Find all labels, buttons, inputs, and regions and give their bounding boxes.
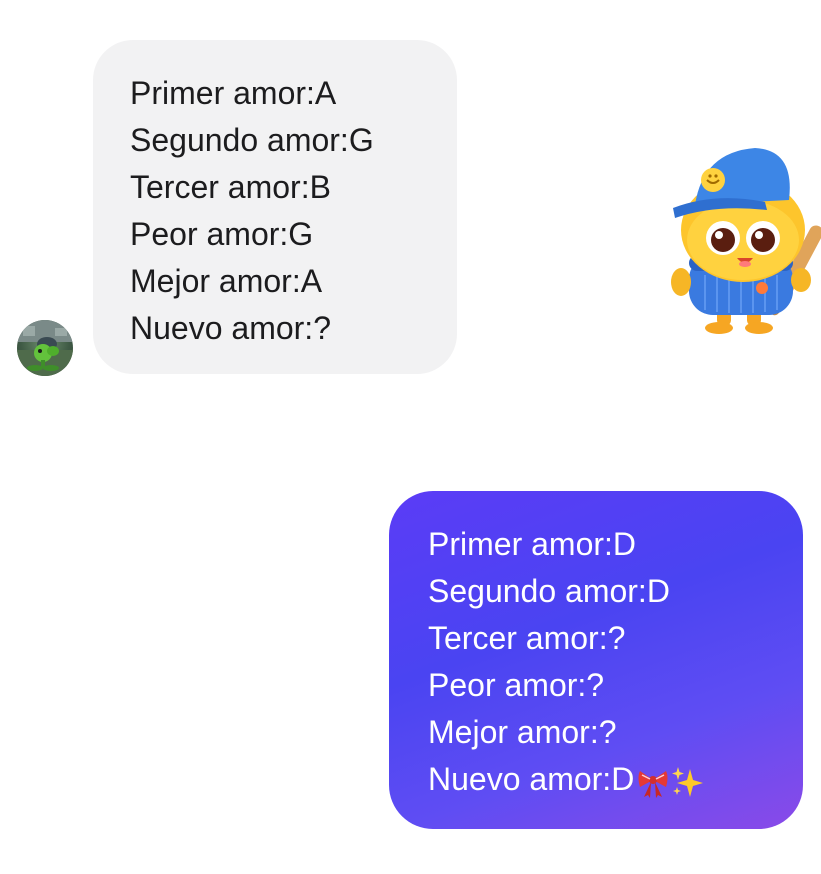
baseball-mascot-sticker[interactable] bbox=[655, 130, 821, 340]
received-line: Nuevo amor:? bbox=[130, 310, 331, 346]
sparkles-emoji-icon bbox=[672, 766, 704, 797]
sent-line-with-emoji: Nuevo amor:D bbox=[428, 756, 803, 803]
received-line: Primer amor:A bbox=[130, 75, 337, 111]
sent-line: Mejor amor:? bbox=[428, 714, 617, 750]
sent-message-bubble[interactable]: Primer amor:D Segundo amor:D Tercer amor… bbox=[389, 491, 803, 829]
received-message-bubble[interactable]: Primer amor:A Segundo amor:G Tercer amor… bbox=[93, 40, 457, 374]
sender-avatar[interactable] bbox=[17, 320, 73, 376]
received-line: Segundo amor:G bbox=[130, 122, 374, 158]
received-line: Peor amor:G bbox=[130, 216, 314, 252]
baseball-mascot-icon bbox=[671, 148, 821, 334]
sent-line: Peor amor:? bbox=[428, 667, 605, 703]
sent-line: Tercer amor:? bbox=[428, 620, 626, 656]
received-line: Tercer amor:B bbox=[130, 169, 331, 205]
peashooter-avatar-icon bbox=[17, 320, 73, 376]
sent-line: Nuevo amor:D bbox=[428, 761, 635, 797]
ribbon-emoji-icon bbox=[638, 770, 668, 798]
sent-line: Segundo amor:D bbox=[428, 573, 670, 609]
received-line: Mejor amor:A bbox=[130, 263, 323, 299]
sent-line: Primer amor:D bbox=[428, 526, 637, 562]
emoji-group bbox=[636, 765, 704, 799]
